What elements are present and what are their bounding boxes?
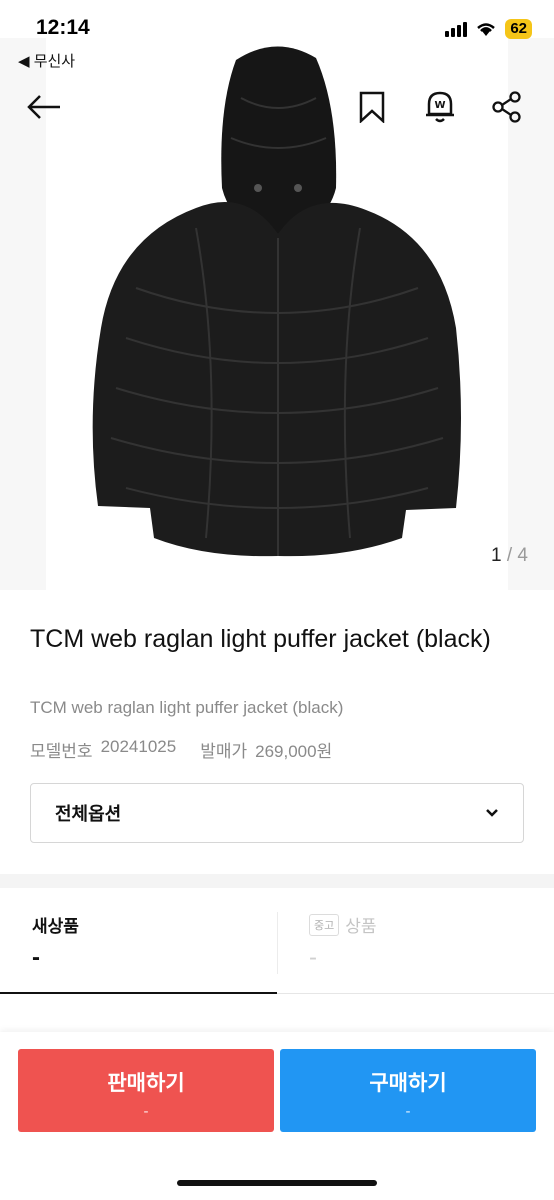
tab-new-product-title: 새상품 <box>32 917 79 936</box>
buy-button[interactable]: 구매하기 - <box>280 1049 536 1132</box>
product-image-gallery[interactable] <box>0 38 554 590</box>
product-meta: 모델번호 20241025 발매가 269,000원 <box>30 737 332 762</box>
bookmark-button[interactable] <box>354 89 390 125</box>
product-title: TCM web raglan light puffer jacket (blac… <box>30 625 491 653</box>
used-badge: 중고 <box>309 913 340 936</box>
model-number-label: 모델번호 <box>30 742 93 761</box>
option-select[interactable]: 전체옵션 <box>30 783 524 843</box>
tab-used-product-price: - <box>309 944 317 971</box>
sell-button-price: - <box>143 1103 149 1120</box>
home-indicator[interactable] <box>177 1180 377 1186</box>
sell-button[interactable]: 판매하기 - <box>18 1049 274 1132</box>
price-alert-button[interactable]: W <box>422 89 458 125</box>
product-subtitle: TCM web raglan light puffer jacket (blac… <box>30 698 344 717</box>
section-divider <box>0 874 554 888</box>
back-arrow-icon <box>27 95 60 119</box>
back-button[interactable] <box>26 89 62 125</box>
svg-text:W: W <box>434 100 445 111</box>
release-price-value: 269,000원 <box>255 742 333 761</box>
chevron-down-icon <box>486 809 498 817</box>
signal-icon <box>445 21 468 37</box>
buy-button-price: - <box>405 1103 411 1120</box>
status-bar: 12:14 62 <box>0 0 554 46</box>
buy-button-label: 구매하기 <box>369 1072 447 1095</box>
return-to-app-link[interactable]: ◀ 무신사 <box>18 50 75 71</box>
tab-new-product-price: - <box>32 944 40 971</box>
option-select-label: 전체옵션 <box>55 804 122 824</box>
release-price-label: 발매가 <box>200 742 248 761</box>
gallery-page-counter: 1 / 4 <box>491 545 528 566</box>
model-number-value: 20241025 <box>100 737 177 756</box>
bottom-action-bar: 판매하기 - 구매하기 - <box>0 1032 554 1200</box>
status-time: 12:14 <box>36 16 90 39</box>
wifi-icon <box>477 23 496 36</box>
tab-used-product[interactable]: 중고 상품 - <box>277 888 554 994</box>
tab-used-product-title: 상품 <box>345 917 377 936</box>
battery-indicator: 62 <box>505 19 532 39</box>
price-alert-bell-icon: W <box>426 91 454 123</box>
sell-button-label: 판매하기 <box>107 1072 185 1095</box>
bookmark-icon <box>359 91 385 123</box>
share-icon <box>492 91 521 123</box>
tab-new-product[interactable]: 새상품 - <box>0 888 277 994</box>
share-button[interactable] <box>489 89 525 125</box>
